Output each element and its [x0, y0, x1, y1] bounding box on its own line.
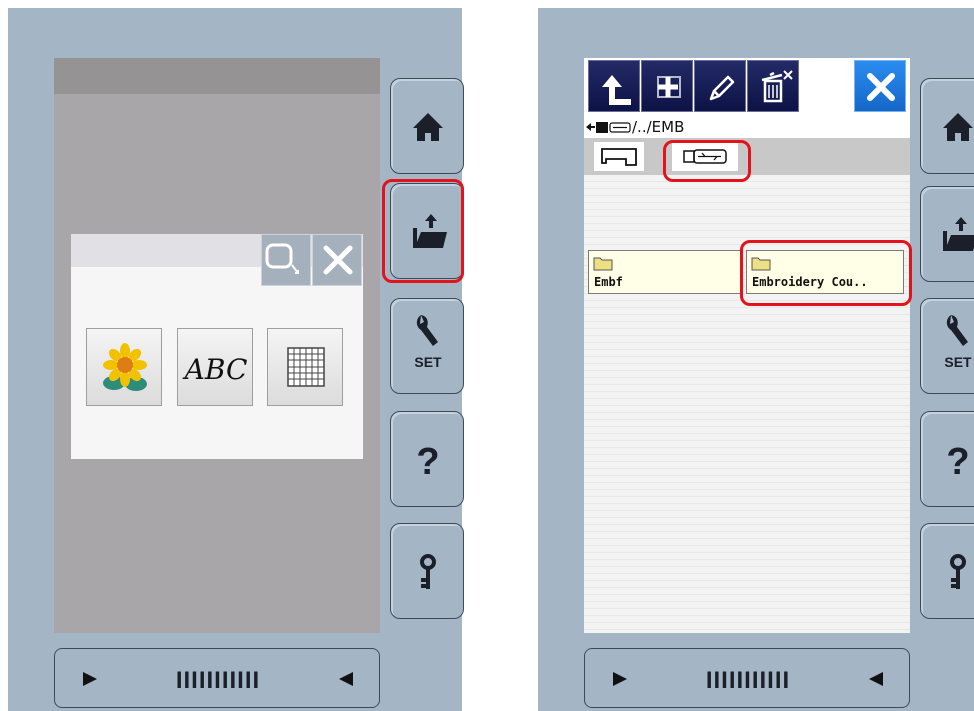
open-folder-button[interactable] [920, 186, 974, 282]
svg-text:?: ? [946, 441, 969, 483]
path-bar: /../EMB [584, 116, 910, 138]
home-button[interactable] [390, 78, 464, 174]
bottom-scroll-bar[interactable]: IIIIIIIIIII [584, 648, 910, 708]
file-browser-screen: /../EMB Embf Embroidery Cou.. [584, 58, 910, 633]
left-arrow-icon [613, 672, 627, 686]
settings-button[interactable]: SET [920, 298, 974, 394]
rename-button[interactable] [694, 60, 746, 112]
home-icon [413, 113, 443, 141]
embroidery-pattern-button[interactable] [86, 328, 162, 406]
scroll-bar-graphic: IIIIIIIIIII [83, 667, 353, 694]
lock-button[interactable] [390, 523, 464, 619]
scroll-bar-graphic: IIIIIIIIIII [613, 667, 883, 694]
lock-button[interactable] [920, 523, 974, 619]
right-arrow-icon [339, 672, 353, 686]
embroidery-pattern-icon [103, 343, 147, 391]
right-panel: /../EMB Embf Embroidery Cou.. SET ? IIII… [538, 8, 974, 711]
frame-pattern-icon [287, 347, 325, 387]
lock-key-icon [950, 554, 966, 589]
delete-trash-icon [761, 70, 793, 103]
settings-button[interactable]: SET [390, 298, 464, 394]
character-pattern-label: ABC [182, 353, 248, 386]
folder-item[interactable]: Embroidery Cou.. [746, 250, 904, 294]
frame-pattern-button[interactable] [267, 328, 343, 406]
help-button[interactable]: ? [390, 411, 464, 507]
settings-label: SET [414, 354, 442, 370]
close-icon [867, 73, 895, 101]
scroll-ticks: IIIIIIIIIII [706, 667, 790, 694]
svg-text:?: ? [416, 441, 439, 483]
character-pattern-button[interactable]: ABC [177, 328, 253, 406]
delete-button[interactable] [747, 60, 799, 112]
usb-media-icon [683, 149, 727, 164]
pattern-type-dialog: ABC [71, 234, 363, 459]
help-question-icon: ? [946, 441, 969, 483]
lock-key-icon [420, 554, 436, 589]
settings-wrench-icon: SET [414, 315, 442, 370]
folder-icon [593, 257, 613, 271]
help-button[interactable]: ? [920, 411, 974, 507]
right-arrow-icon [869, 672, 883, 686]
help-question-icon: ? [416, 441, 439, 483]
machine-memory-icon [601, 148, 637, 166]
settings-label: SET [944, 354, 972, 370]
hoop-select-button[interactable] [261, 234, 311, 286]
machine-memory-button[interactable] [594, 142, 644, 171]
folder-item[interactable]: Embf [588, 250, 742, 294]
file-list: Embf Embroidery Cou.. [584, 175, 910, 633]
hoop-select-icon [265, 243, 299, 274]
rename-pencil-icon [709, 75, 735, 101]
back-button[interactable] [588, 60, 640, 112]
home-icon [943, 113, 973, 141]
screen-top-bar [54, 58, 380, 94]
usb-media-button[interactable] [672, 142, 738, 171]
media-selector [584, 138, 910, 175]
scroll-ticks: IIIIIIIIIII [176, 667, 260, 694]
open-folder-icon [413, 214, 447, 248]
folder-name: Embf [594, 275, 623, 289]
current-path: /../EMB [632, 118, 685, 136]
open-folder-icon [943, 217, 974, 251]
embroidery-screen: ABC [54, 58, 380, 633]
path-location-icons [586, 122, 631, 133]
new-folder-button[interactable] [641, 60, 693, 112]
home-button[interactable] [920, 78, 974, 174]
folder-name: Embroidery Cou.. [752, 275, 868, 289]
close-button[interactable] [312, 234, 362, 286]
back-arrow-icon [602, 75, 631, 105]
bottom-scroll-bar[interactable]: IIIIIIIIIII [54, 648, 380, 708]
left-panel: ABC SET ? IIIIIIIIIII [8, 8, 464, 711]
close-button[interactable] [854, 60, 906, 112]
left-arrow-icon [83, 672, 97, 686]
close-icon [323, 245, 353, 275]
settings-wrench-icon: SET [944, 315, 972, 370]
character-pattern-icon: ABC [182, 353, 248, 386]
new-folder-icon [657, 76, 681, 98]
folder-icon [751, 257, 771, 271]
file-toolbar [584, 58, 910, 116]
open-folder-button[interactable] [390, 183, 464, 279]
